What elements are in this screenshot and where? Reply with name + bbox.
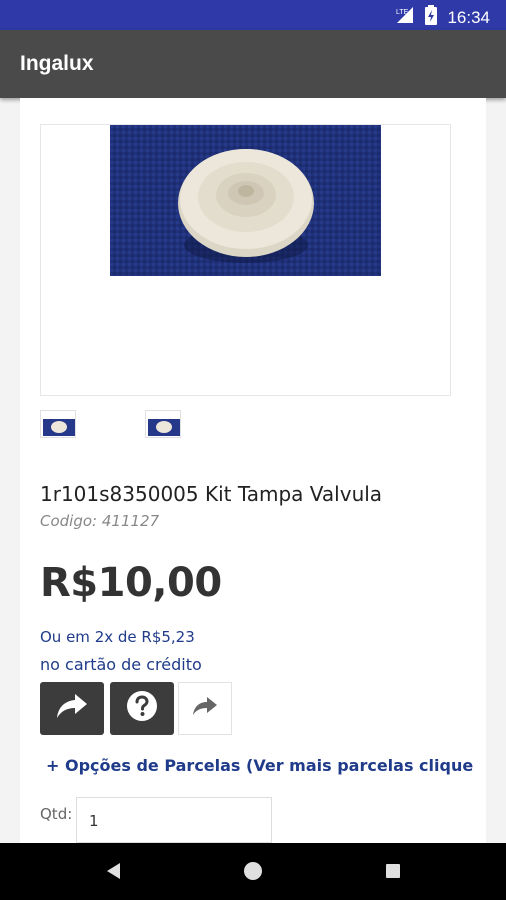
- battery-icon: [425, 5, 438, 30]
- share-button[interactable]: [178, 682, 232, 735]
- quantity-input[interactable]: 1: [76, 797, 272, 843]
- signal-icon: LTE: [395, 6, 415, 29]
- share-icon: [192, 695, 218, 722]
- main-product-photo[interactable]: [110, 125, 381, 276]
- back-icon: [105, 862, 123, 885]
- nav-bar: [0, 843, 506, 900]
- home-icon: [243, 861, 263, 886]
- recents-button[interactable]: [375, 855, 411, 891]
- product-code: Codigo: 411127: [40, 512, 160, 530]
- app-title: Ingalux: [20, 52, 94, 75]
- product-price: R$10,00: [40, 560, 222, 606]
- home-button[interactable]: [235, 855, 271, 891]
- installment-card-text: no cartão de crédito: [40, 655, 202, 674]
- network-type: LTE: [396, 9, 409, 16]
- help-button[interactable]: [110, 682, 174, 735]
- back-button[interactable]: [96, 855, 132, 891]
- recents-icon: [384, 862, 402, 885]
- thumbnail-2[interactable]: [145, 410, 181, 438]
- status-time: 16:34: [447, 7, 490, 27]
- status-icons: LTE 16:34: [395, 5, 490, 30]
- share-arrow-icon: [55, 691, 89, 726]
- installment-text: Ou em 2x de R$5,23: [40, 628, 195, 646]
- question-icon: [126, 690, 158, 727]
- share-arrow-button[interactable]: [40, 682, 104, 735]
- product-title: 1r101s8350005 Kit Tampa Valvula: [40, 482, 383, 506]
- installment-options-link[interactable]: + Opções de Parcelas (Ver mais parcelas …: [46, 756, 476, 775]
- app-bar: Ingalux: [0, 30, 506, 98]
- quantity-label: Qtd:: [40, 805, 73, 823]
- status-bar: LTE 16:34: [0, 0, 506, 30]
- thumbnail-1[interactable]: [40, 410, 76, 438]
